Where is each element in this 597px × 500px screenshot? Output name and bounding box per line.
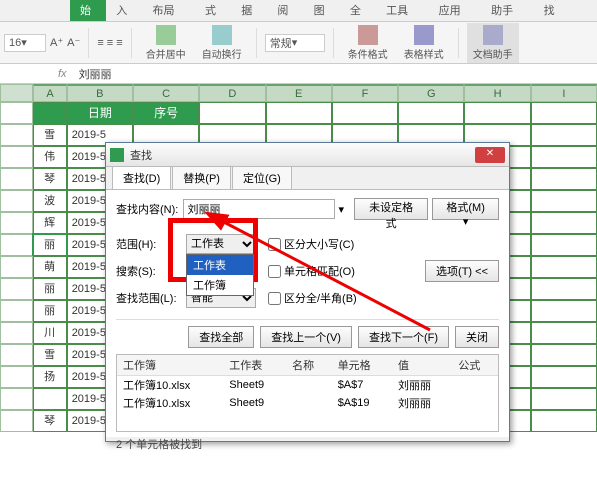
full-half-width-checkbox[interactable] — [268, 292, 281, 305]
col-a[interactable]: A — [33, 84, 66, 102]
col-c[interactable]: C — [133, 84, 199, 102]
results-status: 2 个单元格被找到 — [116, 432, 499, 452]
cell[interactable]: 川 — [33, 322, 67, 344]
result-row[interactable]: 工作簿10.xlsxSheet9$A$19刘丽丽 — [117, 394, 498, 412]
col-b[interactable]: B — [67, 84, 133, 102]
font-shrink-icon[interactable]: A⁻ — [67, 36, 80, 49]
main-menu-tabs: 开始 插入 页面布局 公式 数据 审阅 视图 安全 开发工具 特色应用 文档助手… — [0, 0, 597, 22]
cell[interactable] — [33, 388, 67, 410]
scope-option-workbook[interactable]: 工作簿 — [187, 275, 253, 295]
dialog-title: 查找 — [130, 147, 475, 163]
cell[interactable]: 丽 — [33, 278, 67, 300]
formula-bar: fx 刘丽丽 — [0, 64, 597, 84]
table-style-button[interactable]: 表格样式 — [398, 23, 450, 63]
tab-view[interactable]: 视图 — [304, 0, 340, 21]
tab-find[interactable]: 查找(D) — [112, 166, 171, 189]
close-icon[interactable]: ✕ — [475, 147, 505, 163]
number-format-combo[interactable]: 常规 ▾ — [265, 34, 325, 52]
doc-helper-button[interactable]: 文档助手 — [467, 23, 519, 63]
align-icons[interactable]: ≡ ≡ ≡ — [97, 37, 122, 49]
tab-formula[interactable]: 公式 — [195, 0, 231, 21]
fx-icon[interactable]: fx — [50, 68, 75, 80]
result-row[interactable]: 工作簿10.xlsxSheet9$A$7刘丽丽 — [117, 376, 498, 395]
find-all-button[interactable]: 查找全部 — [188, 326, 254, 348]
search-icon[interactable]: 🔍 查找 — [534, 0, 597, 21]
cell[interactable]: 萌 — [33, 256, 67, 278]
tab-insert[interactable]: 插入 — [106, 0, 142, 21]
dialog-app-icon — [110, 148, 124, 162]
find-dropdown-icon[interactable]: ▾ — [339, 203, 345, 216]
col-f[interactable]: F — [332, 84, 398, 102]
merge-center-button[interactable]: 合并居中 — [140, 23, 192, 63]
font-grow-icon[interactable]: A⁺ — [50, 36, 63, 49]
cell[interactable]: 琴 — [33, 168, 67, 190]
cell[interactable]: 波 — [33, 190, 67, 212]
find-content-input[interactable] — [183, 199, 335, 219]
find-prev-button[interactable]: 查找上一个(V) — [260, 326, 352, 348]
options-button[interactable]: 选项(T) << — [425, 260, 499, 282]
dialog-tabs: 查找(D) 替换(P) 定位(G) — [106, 167, 509, 189]
format-button[interactable]: 格式(M) ▾ — [432, 198, 499, 220]
header-seq[interactable]: 序号 — [133, 102, 199, 124]
no-format-button[interactable]: 未设定格式 — [354, 198, 428, 220]
col-i[interactable]: I — [531, 84, 597, 102]
scope-select[interactable]: 工作表 — [186, 234, 256, 254]
cell[interactable]: 辉 — [33, 212, 67, 234]
cell[interactable]: 雪 — [33, 124, 67, 146]
search-scope-label: 查找范围(L): — [116, 290, 186, 306]
tab-data[interactable]: 数据 — [231, 0, 267, 21]
whole-cell-checkbox[interactable] — [268, 265, 281, 278]
cell[interactable]: 伟 — [33, 146, 67, 168]
tab-replace[interactable]: 替换(P) — [172, 166, 231, 189]
scope-dropdown-open: 工作表 工作簿 — [186, 254, 254, 296]
dialog-titlebar[interactable]: 查找 ✕ — [106, 143, 509, 167]
col-e[interactable]: E — [266, 84, 332, 102]
tab-security[interactable]: 安全 — [340, 0, 376, 21]
find-content-label: 查找内容(N): — [116, 201, 183, 217]
header-date[interactable]: 日期 — [67, 102, 133, 124]
find-dialog: 查找 ✕ 查找(D) 替换(P) 定位(G) 查找内容(N): ▾ 未设定格式 … — [105, 142, 510, 442]
tab-page-layout[interactable]: 页面布局 — [142, 0, 194, 21]
header-row: 日期 序号 — [0, 102, 597, 124]
results-table[interactable]: 工作簿 工作表 名称 单元格 值 公式 工作簿10.xlsxSheet9$A$7… — [116, 354, 499, 432]
font-size-combo[interactable]: 16 ▾ — [4, 34, 46, 52]
scope-label: 范围(H): — [116, 236, 186, 252]
tab-dev-tools[interactable]: 开发工具 — [376, 0, 428, 21]
match-case-checkbox[interactable] — [268, 238, 281, 251]
match-case-label: 区分大小写(C) — [284, 236, 354, 252]
column-headers: A B C D E F G H I — [0, 84, 597, 102]
cell[interactable]: 琴 — [33, 410, 67, 432]
col-g[interactable]: G — [398, 84, 464, 102]
col-d[interactable]: D — [199, 84, 265, 102]
scope-option-sheet[interactable]: 工作表 — [187, 255, 253, 275]
tab-special[interactable]: 特色应用 — [429, 0, 481, 21]
wrap-text-button[interactable]: 自动换行 — [196, 23, 248, 63]
col-h[interactable]: H — [464, 84, 530, 102]
cond-format-button[interactable]: 条件格式 — [342, 23, 394, 63]
tab-review[interactable]: 审阅 — [267, 0, 303, 21]
tab-start[interactable]: 开始 — [70, 0, 106, 21]
find-next-button[interactable]: 查找下一个(F) — [358, 326, 449, 348]
whole-cell-label: 单元格匹配(O) — [284, 263, 355, 279]
formula-bar-value[interactable]: 刘丽丽 — [75, 66, 116, 82]
search-label: 搜索(S): — [116, 263, 186, 279]
cell[interactable]: 扬 — [33, 366, 67, 388]
cell[interactable]: 丽 — [33, 234, 67, 256]
ribbon: 16 ▾ A⁺ A⁻ ≡ ≡ ≡ 合并居中 自动换行 常规 ▾ 条件格式 表格样… — [0, 22, 597, 64]
cell[interactable]: 雪 — [33, 344, 67, 366]
full-half-width-label: 区分全/半角(B) — [284, 290, 357, 306]
cell[interactable]: 丽 — [33, 300, 67, 322]
tab-doc-helper[interactable]: 文档助手 — [481, 0, 533, 21]
close-button[interactable]: 关闭 — [455, 326, 499, 348]
tab-goto[interactable]: 定位(G) — [232, 166, 292, 189]
